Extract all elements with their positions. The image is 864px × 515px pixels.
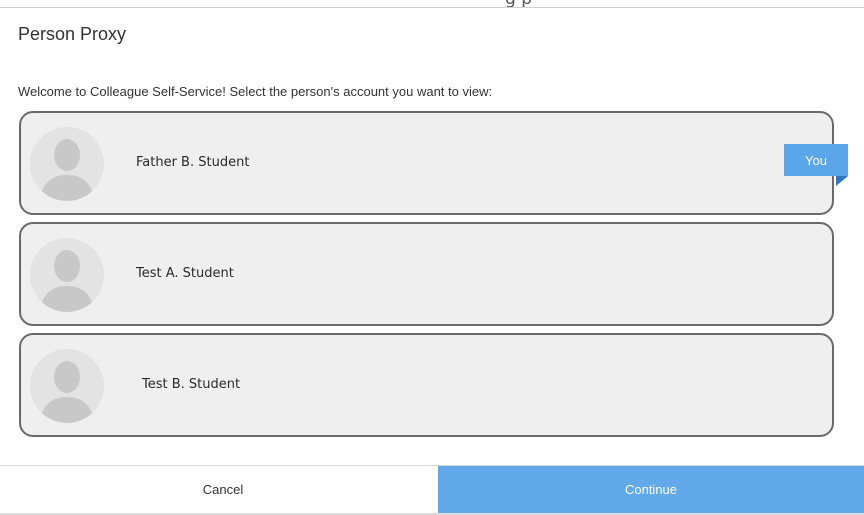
person-card-test-a-student[interactable]: Test A. Student — [19, 222, 834, 326]
person-name: Test B. Student — [142, 377, 241, 392]
person-silhouette-icon — [30, 349, 104, 423]
top-divider — [0, 7, 864, 8]
page-title: Person Proxy — [18, 24, 127, 44]
cut-off-header-text: g p — [505, 0, 864, 7]
you-badge-fold — [836, 176, 848, 186]
cancel-button[interactable]: Cancel — [8, 466, 438, 513]
person-name: Test A. Student — [136, 266, 234, 281]
continue-button[interactable]: Continue — [438, 466, 864, 513]
person-silhouette-icon — [30, 127, 104, 201]
welcome-message: Welcome to Colleague Self-Service! Selec… — [18, 84, 493, 99]
you-badge: You — [784, 144, 848, 176]
person-card-test-b-student[interactable]: Test B. Student — [19, 333, 834, 437]
person-card-father-b-student[interactable]: Father B. Student — [19, 111, 834, 215]
person-name: Father B. Student — [136, 155, 250, 170]
person-silhouette-icon — [30, 238, 104, 312]
